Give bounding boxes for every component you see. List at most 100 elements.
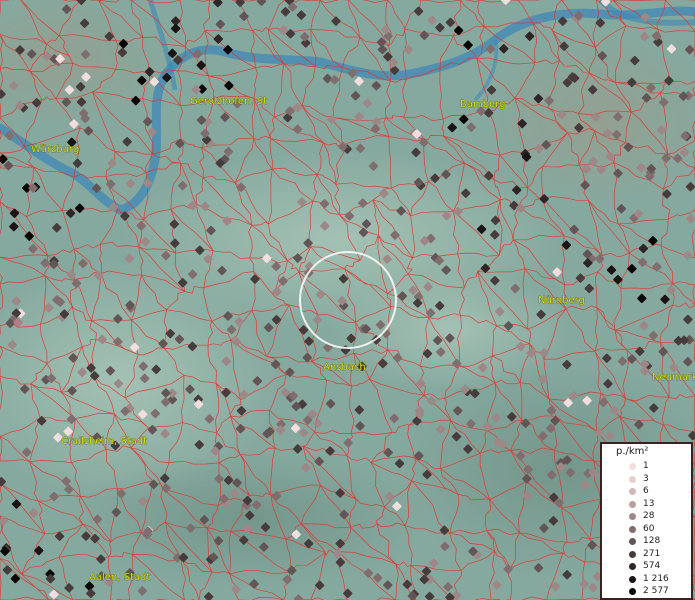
- density-marker: [213, 0, 223, 8]
- density-marker: [171, 23, 181, 34]
- density-marker: [223, 475, 234, 485]
- population-density-map[interactable]: Würzburg Gerolzhofen, St Bamberg Nürnberg An…: [0, 0, 695, 600]
- legend-swatch: [629, 550, 636, 558]
- density-marker: [320, 221, 330, 231]
- density-marker: [652, 262, 662, 272]
- density-marker: [140, 237, 151, 247]
- density-marker: [196, 60, 206, 70]
- density-marker: [161, 388, 171, 398]
- density-marker: [271, 315, 282, 325]
- density-marker: [486, 85, 497, 95]
- density-marker: [683, 357, 693, 367]
- density-marker: [80, 49, 91, 60]
- density-marker: [300, 32, 310, 42]
- legend-swatch: [629, 575, 636, 583]
- density-marker: [562, 570, 572, 580]
- legend-swatch: [629, 588, 636, 595]
- density-marker: [453, 406, 463, 416]
- density-marker: [584, 283, 594, 294]
- density-marker: [319, 199, 330, 209]
- density-marker: [169, 219, 179, 229]
- density-marker: [390, 230, 400, 240]
- legend-label: 2 577: [643, 586, 669, 596]
- density-marker: [137, 75, 147, 86]
- density-marker: [260, 522, 271, 532]
- density-marker: [113, 337, 123, 347]
- density-marker: [539, 194, 549, 204]
- legend-swatch: [629, 475, 636, 483]
- density-marker: [536, 309, 546, 320]
- density-marker: [580, 180, 590, 190]
- density-marker: [565, 467, 576, 478]
- density-marker: [588, 85, 598, 95]
- density-marker: [594, 428, 605, 438]
- density-marker: [603, 379, 613, 389]
- density-marker: [325, 399, 336, 409]
- density-marker: [304, 538, 314, 549]
- city-label: Würzburg: [31, 144, 79, 155]
- density-marker: [355, 143, 366, 153]
- density-marker: [2, 565, 13, 575]
- overlay-layer: Würzburg Gerolzhofen, St Bamberg Nürnberg An…: [0, 0, 695, 600]
- density-marker: [637, 257, 648, 267]
- density-marker: [335, 557, 346, 567]
- legend-swatch: [629, 538, 636, 545]
- density-marker: [658, 347, 668, 357]
- density-marker: [539, 348, 549, 358]
- density-marker: [72, 158, 83, 168]
- density-marker: [427, 15, 437, 25]
- density-marker: [214, 474, 224, 484]
- density-marker: [130, 342, 140, 353]
- density-marker: [562, 359, 572, 370]
- density-marker: [425, 591, 435, 600]
- density-marker: [68, 353, 78, 363]
- density-marker: [291, 529, 301, 540]
- density-marker: [256, 0, 267, 6]
- density-marker: [679, 147, 690, 157]
- density-marker: [368, 161, 379, 171]
- density-marker: [379, 188, 389, 199]
- density-marker: [613, 112, 623, 122]
- density-marker: [10, 573, 21, 584]
- density-marker: [52, 223, 62, 233]
- density-marker: [204, 592, 214, 600]
- density-marker: [107, 158, 117, 168]
- legend-label: 574: [643, 561, 661, 571]
- density-marker: [81, 531, 91, 541]
- density-marker: [314, 456, 324, 467]
- density-marker: [436, 347, 446, 357]
- density-marker: [66, 269, 77, 280]
- legend-swatch: [629, 513, 636, 520]
- selection-circle[interactable]: [299, 251, 397, 349]
- density-marker: [158, 338, 168, 349]
- density-marker: [147, 127, 157, 137]
- density-marker: [370, 124, 381, 134]
- density-marker: [344, 211, 355, 221]
- density-marker: [34, 545, 44, 556]
- density-marker: [490, 275, 500, 286]
- density-marker: [293, 444, 303, 454]
- density-marker: [617, 356, 628, 366]
- density-marker: [413, 298, 423, 308]
- density-marker: [580, 480, 590, 490]
- density-marker: [606, 265, 617, 275]
- density-marker: [501, 0, 511, 5]
- density-marker: [11, 296, 22, 306]
- density-marker: [649, 403, 659, 413]
- legend-label: 271: [643, 548, 661, 559]
- legend-swatch: [629, 500, 636, 508]
- density-marker: [313, 418, 323, 429]
- density-marker: [378, 358, 388, 369]
- density-marker: [659, 97, 669, 107]
- density-marker: [630, 55, 640, 66]
- density-marker: [96, 554, 106, 564]
- density-marker: [191, 85, 201, 95]
- legend-label: 60: [643, 523, 655, 534]
- density-marker: [411, 147, 421, 158]
- density-marker: [140, 373, 150, 384]
- density-marker: [563, 398, 573, 408]
- city-label: Ansbach: [323, 362, 366, 373]
- density-marker: [282, 574, 292, 585]
- density-marker: [8, 81, 19, 91]
- density-marker: [419, 137, 429, 148]
